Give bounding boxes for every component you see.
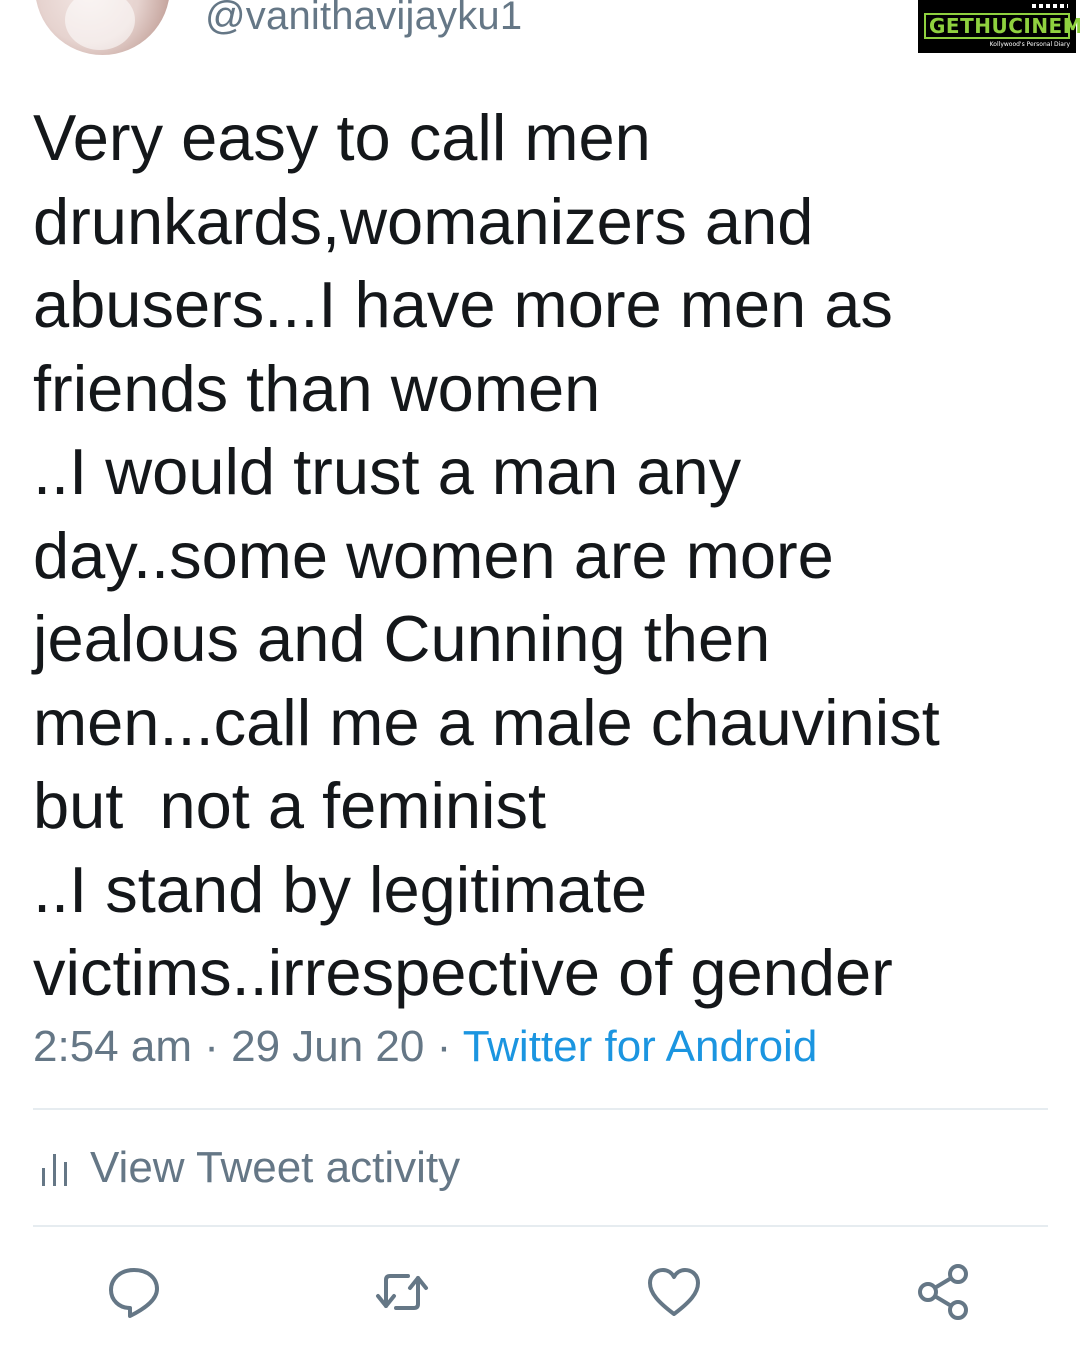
tweet-source-link[interactable]: Twitter for Android [463,1022,818,1071]
retweet-icon[interactable] [372,1262,432,1322]
tweet-date: 29 Jun 20 [231,1022,425,1071]
view-activity-label: View Tweet activity [90,1143,461,1192]
tweet-time: 2:54 am [33,1022,192,1071]
tweet-text: Very easy to call men drunkards,womanize… [33,101,940,1009]
meta-separator: · [424,1022,463,1071]
action-bar [0,1262,1080,1322]
bar-chart-icon [42,1154,67,1186]
watermark-text: GETHUCINEMA [924,13,1080,39]
share-icon[interactable] [914,1262,974,1322]
meta-separator: · [191,1022,232,1071]
avatar[interactable] [35,0,170,55]
tweet-meta: 2:54 am · 29 Jun 20 · Twitter for Androi… [33,1022,817,1072]
user-handle[interactable]: @vanithavijayku1 [205,0,522,39]
heart-icon[interactable] [644,1262,704,1322]
reply-icon[interactable] [104,1262,164,1322]
divider [33,1108,1048,1110]
watermark-tagline: Kollywood's Personal Diary [989,41,1070,48]
watermark-logo: GETHUCINEMA Kollywood's Personal Diary [918,0,1080,53]
view-activity-button[interactable]: View Tweet activity [40,1143,460,1193]
film-strip-icon [1032,4,1068,8]
divider [33,1225,1048,1227]
